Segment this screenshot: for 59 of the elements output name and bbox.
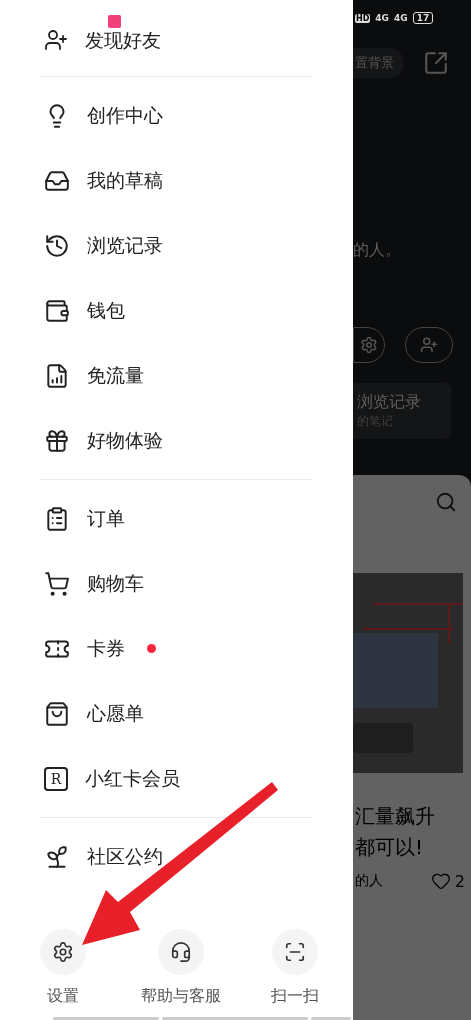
menu-item[interactable]: 创作中心 bbox=[0, 83, 353, 148]
clipboard-icon bbox=[44, 505, 70, 532]
menu-item[interactable]: 购物车 bbox=[0, 551, 353, 616]
menu-label: 发现好友 bbox=[85, 28, 161, 53]
share-icon[interactable] bbox=[423, 50, 449, 76]
action-label: 扫一扫 bbox=[270, 986, 319, 1007]
headset-icon bbox=[170, 941, 192, 963]
action-button[interactable]: 扫一扫 bbox=[236, 929, 353, 1007]
menu-item[interactable]: 心愿单 bbox=[0, 681, 353, 746]
menu-label: 心愿单 bbox=[87, 700, 144, 726]
menu-label: 小红卡会员 bbox=[85, 765, 180, 791]
bag-icon bbox=[44, 700, 70, 727]
action-label: 帮助与客服 bbox=[141, 986, 221, 1007]
heart-icon bbox=[430, 871, 451, 891]
menu-label: 钱包 bbox=[87, 297, 125, 323]
author-name: 的人 bbox=[355, 872, 383, 890]
add-user-icon bbox=[44, 28, 68, 52]
menu-item[interactable]: 我的草稿 bbox=[0, 148, 353, 213]
menu-label: 我的草稿 bbox=[87, 167, 163, 193]
note-title: 都可以! bbox=[354, 834, 425, 861]
menu-item[interactable]: 钱包 bbox=[0, 278, 353, 343]
action-button[interactable]: 帮助与客服 bbox=[126, 929, 236, 1007]
r-icon: R bbox=[44, 766, 68, 791]
gift-icon bbox=[44, 427, 70, 454]
menu-item[interactable]: R 小红卡会员 bbox=[0, 746, 353, 811]
hd-icon: HD bbox=[355, 13, 371, 23]
menu-label: 免流量 bbox=[87, 362, 144, 388]
menu-item[interactable]: 浏览记录 bbox=[0, 213, 353, 278]
menu-label: 浏览记录 bbox=[87, 232, 163, 258]
network-label: 4G bbox=[375, 13, 389, 23]
action-label: 设置 bbox=[47, 986, 79, 1007]
add-user-icon bbox=[420, 336, 438, 354]
menu-label: 订单 bbox=[87, 505, 125, 531]
search-icon[interactable] bbox=[435, 491, 457, 513]
menu-item[interactable]: 社区公约 bbox=[0, 824, 353, 889]
scan-icon bbox=[283, 941, 306, 963]
network-label: 4G bbox=[394, 13, 408, 23]
menu-label: 购物车 bbox=[87, 570, 144, 596]
menu-item[interactable]: 好物体验 bbox=[0, 408, 353, 473]
menu-item[interactable]: 发现好友 bbox=[0, 28, 353, 56]
menu-item[interactable]: 免流量 bbox=[0, 343, 353, 408]
menu-item[interactable]: 卡券 bbox=[0, 616, 353, 681]
sprout-icon bbox=[44, 843, 70, 870]
menu-label: 卡券 bbox=[87, 635, 125, 661]
clock-icon bbox=[44, 232, 70, 259]
settings-icon bbox=[52, 941, 74, 963]
wallet-icon bbox=[44, 297, 70, 324]
cart-icon bbox=[44, 570, 70, 597]
menu-label: 创作中心 bbox=[87, 102, 163, 128]
note-title: 汇量飙升 bbox=[354, 803, 436, 830]
app-icon bbox=[108, 15, 121, 28]
settings-icon bbox=[360, 336, 378, 354]
menu-item[interactable]: 订单 bbox=[0, 486, 353, 551]
menu-label: 好物体验 bbox=[87, 427, 163, 453]
menu-label: 社区公约 bbox=[87, 843, 163, 869]
bio-text: 的人。 bbox=[353, 240, 402, 261]
battery-level: 17 bbox=[412, 12, 434, 24]
card-title: 浏览记录 bbox=[357, 392, 422, 413]
chart-file-icon bbox=[44, 362, 70, 389]
